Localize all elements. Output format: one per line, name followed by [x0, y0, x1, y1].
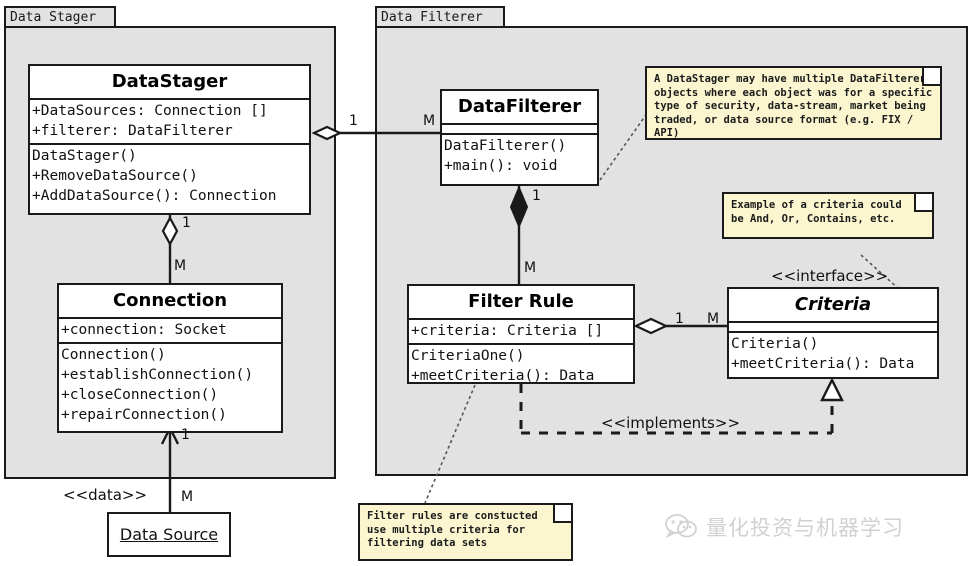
class-connection-attributes: +connection: Socket	[59, 317, 281, 342]
package-tab-data-stager[interactable]: Data Stager	[4, 6, 116, 28]
attribute: +filterer: DataFilterer	[32, 123, 233, 139]
multiplicity-connection-datasource-m: M	[181, 489, 194, 505]
method: +closeConnection()	[61, 387, 219, 403]
multiplicity-filterer-rule-m: M	[524, 260, 537, 276]
method: +establishConnection()	[61, 367, 254, 383]
stereotype-interface: <<interface>>	[771, 267, 889, 285]
class-data-stager[interactable]: DataStager +DataSources: Connection [] +…	[28, 64, 311, 215]
stereotype-data: <<data>>	[63, 486, 148, 504]
wechat-icon	[665, 514, 697, 539]
uml-class-diagram: Data Stager Data Filterer DataStager +Da…	[0, 0, 973, 566]
multiplicity-stager-filterer-m: M	[423, 113, 436, 129]
method: DataFilterer()	[444, 138, 567, 154]
multiplicity-stager-connection-1: 1	[182, 215, 191, 231]
attribute: +criteria: Criteria []	[411, 323, 604, 339]
attribute: +connection: Socket	[61, 322, 227, 338]
multiplicity-rule-criteria-1: 1	[675, 311, 684, 327]
class-data-filterer-name: DataFilterer	[457, 96, 582, 117]
method: DataStager()	[32, 148, 137, 164]
package-tab-data-filterer[interactable]: Data Filterer	[375, 6, 505, 28]
watermark: 量化投资与机器学习	[664, 512, 904, 542]
class-criteria[interactable]: Criteria Criteria() +meetCriteria(): Dat…	[727, 287, 939, 379]
note-fold-corner	[914, 194, 932, 212]
note-filter-rules[interactable]: Filter rules are constucted use multiple…	[358, 503, 573, 561]
package-tab-data-stager-label: Data Stager	[10, 10, 97, 25]
method: +meetCriteria(): Data	[411, 368, 595, 384]
class-data-filterer-methods: DataFilterer() +main(): void	[442, 133, 597, 178]
object-data-source-name: Data Source	[119, 525, 219, 544]
note-text: Filter rules are constucted use multiple…	[367, 510, 538, 549]
class-data-stager-methods: DataStager() +RemoveDataSource() +AddDat…	[30, 143, 309, 208]
class-connection-methods: Connection() +establishConnection() +clo…	[59, 342, 281, 427]
class-criteria-attributes	[729, 321, 937, 331]
class-filter-rule-name: Filter Rule	[468, 291, 574, 312]
stereotype-implements: <<implements>>	[601, 414, 741, 432]
method: +repairConnection()	[61, 407, 227, 423]
note-criteria-example[interactable]: Example of a criteria could be And, Or, …	[722, 192, 934, 239]
class-filter-rule-methods: CriteriaOne() +meetCriteria(): Data	[409, 343, 633, 388]
method: +meetCriteria(): Data	[731, 356, 915, 372]
class-filter-rule[interactable]: Filter Rule +criteria: Criteria [] Crite…	[407, 284, 635, 384]
class-data-stager-attributes: +DataSources: Connection [] +filterer: D…	[30, 98, 309, 143]
note-text: Example of a criteria could be And, Or, …	[731, 199, 902, 225]
method: Criteria()	[731, 336, 819, 352]
multiplicity-rule-criteria-m: M	[707, 311, 720, 327]
class-filter-rule-attributes: +criteria: Criteria []	[409, 318, 633, 343]
note-text: A DataStager may have multiple DataFilte…	[654, 73, 933, 139]
multiplicity-filterer-rule-1: 1	[532, 188, 541, 204]
note-fold-corner	[553, 505, 571, 523]
class-data-stager-name: DataStager	[111, 71, 228, 92]
method: +RemoveDataSource()	[32, 168, 198, 184]
class-connection-name: Connection	[112, 290, 228, 311]
method: +AddDataSource(): Connection	[32, 188, 277, 204]
attribute: +DataSources: Connection []	[32, 103, 268, 119]
method: Connection()	[61, 347, 166, 363]
note-fold-corner	[922, 68, 940, 86]
class-data-filterer[interactable]: DataFilterer DataFilterer() +main(): voi…	[440, 89, 599, 186]
method: CriteriaOne()	[411, 348, 525, 364]
multiplicity-connection-datasource-1: 1	[181, 427, 190, 443]
package-tab-data-filterer-label: Data Filterer	[381, 10, 483, 25]
watermark-text: 量化投资与机器学习	[706, 516, 904, 540]
class-data-filterer-attributes	[442, 123, 597, 133]
object-data-source[interactable]: Data Source	[107, 512, 231, 557]
multiplicity-stager-filterer-1: 1	[349, 113, 358, 129]
method: +main(): void	[444, 158, 558, 174]
note-datastager-filterer[interactable]: A DataStager may have multiple DataFilte…	[645, 66, 942, 140]
class-connection[interactable]: Connection +connection: Socket Connectio…	[57, 283, 283, 433]
multiplicity-stager-connection-m: M	[174, 258, 187, 274]
class-criteria-name: Criteria	[794, 294, 872, 315]
class-criteria-methods: Criteria() +meetCriteria(): Data	[729, 331, 937, 376]
